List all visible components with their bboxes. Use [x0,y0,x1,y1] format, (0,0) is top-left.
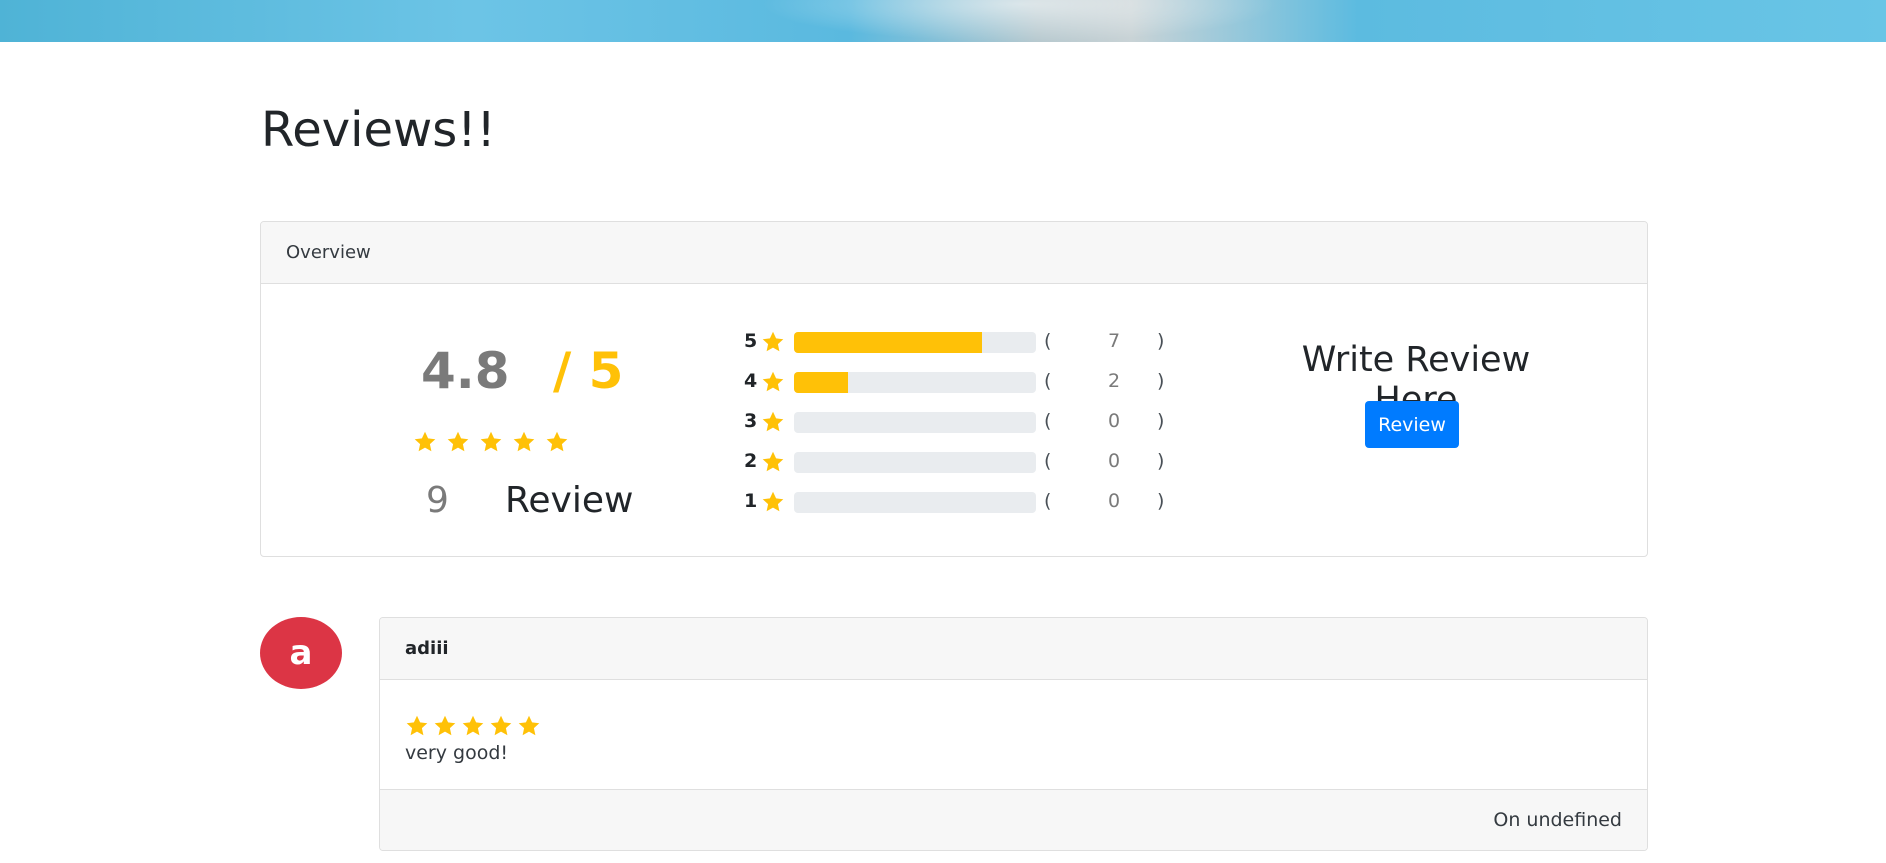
rating-row-1: 1 ( 0 ) [744,488,1164,516]
rating-row-stars: 2 [744,450,758,472]
rating-row-5: 5 ( 7 ) [744,328,1164,356]
open-paren: ( [1044,410,1052,432]
close-paren: ) [1157,450,1165,472]
close-paren: ) [1157,370,1165,392]
review-footer: On undefined [380,790,1647,850]
review-date: On undefined [1493,809,1622,831]
write-review-button[interactable]: Review [1365,401,1459,448]
rating-row-2: 2 ( 0 ) [744,448,1164,476]
overview-header: Overview [261,222,1647,284]
close-paren: ) [1157,330,1165,352]
rating-row-stars: 1 [744,490,758,512]
average-stars [413,430,569,454]
rating-row-4: 4 ( 2 ) [744,368,1164,396]
total-review-label: Review [505,480,634,521]
rating-progress-track [794,372,1036,393]
average-rating: 4.8 [421,342,510,400]
star-icon [447,431,469,452]
review-author: adiii [380,618,1647,680]
star-icon [762,411,784,432]
rating-row-count: 0 [1107,410,1121,432]
star-icon [762,331,784,352]
rating-row-stars: 3 [744,410,758,432]
rating-row-3: 3 ( 0 ) [744,408,1164,436]
star-icon [414,431,436,452]
rating-progress-track [794,452,1036,473]
star-icon [406,715,428,736]
star-icon [490,715,512,736]
rating-row-stars: 5 [744,330,758,352]
star-icon [462,715,484,736]
star-icon [762,371,784,392]
rating-row-count: 0 [1107,490,1121,512]
star-icon [762,451,784,472]
rating-progress-fill [794,332,983,353]
star-icon [518,715,540,736]
star-icon [762,491,784,512]
rating-progress-track [794,492,1036,513]
rating-progress-track [794,332,1036,353]
close-paren: ) [1157,490,1165,512]
close-paren: ) [1157,410,1165,432]
review-body: very good! [380,680,1647,790]
open-paren: ( [1044,330,1052,352]
avatar: a [260,617,342,689]
rating-row-stars: 4 [744,370,758,392]
review-stars [405,714,541,738]
review-text: very good! [405,742,509,764]
rating-row-count: 7 [1107,330,1121,352]
open-paren: ( [1044,370,1052,392]
open-paren: ( [1044,490,1052,512]
rating-progress-track [794,412,1036,433]
review-card: adiii very good! On undefined [379,617,1648,851]
star-icon [434,715,456,736]
overview-card: Overview 4.8 / 5 9 Review 5 ( 7 ) 4 ( 2 … [260,221,1648,557]
header-banner-image [0,0,1886,42]
rating-out-of: / 5 [553,342,624,400]
total-review-count: 9 [426,480,449,521]
open-paren: ( [1044,450,1052,472]
star-icon [480,431,502,452]
star-icon [546,431,568,452]
page-title: Reviews!! [261,102,496,158]
rating-row-count: 0 [1107,450,1121,472]
rating-progress-fill [794,372,848,393]
star-icon [513,431,535,452]
rating-row-count: 2 [1107,370,1121,392]
